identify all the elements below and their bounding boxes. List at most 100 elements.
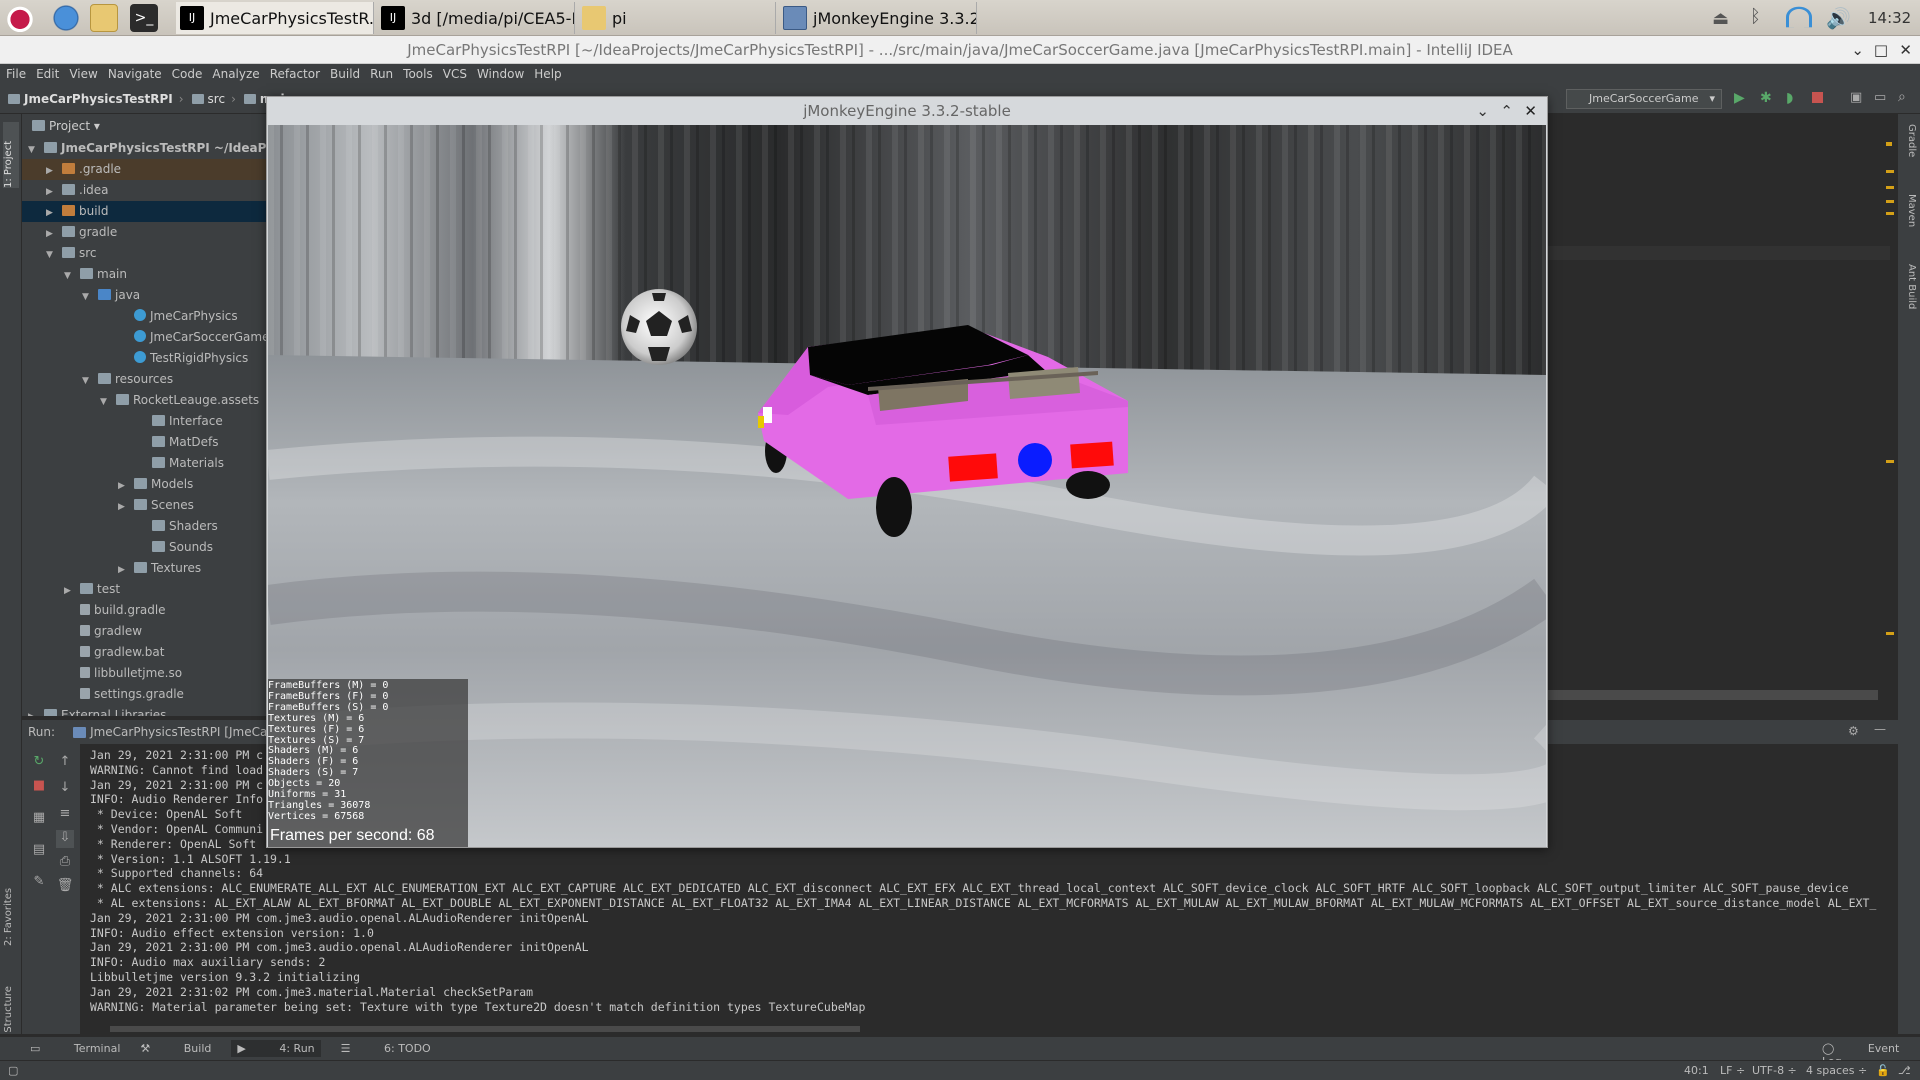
chevron-right-icon[interactable]: ▶	[46, 182, 56, 203]
jme-titlebar[interactable]: jMonkeyEngine 3.3.2-stable ⌄ ⌃ ✕	[267, 97, 1547, 125]
tree-item[interactable]: ▼ java	[22, 285, 266, 306]
tree-item[interactable]: ▼ src	[22, 243, 266, 264]
structure-tool-tab[interactable]: Z: Structure	[3, 950, 19, 1046]
breadcrumb-src[interactable]: src ›	[191, 92, 236, 106]
rerun-icon[interactable]: ↻	[30, 754, 48, 772]
maximize-icon[interactable]: □	[1874, 36, 1888, 64]
menu-view[interactable]: View	[69, 67, 97, 81]
wifi-icon[interactable]	[1786, 6, 1812, 28]
up-arrow-icon[interactable]: ↑	[56, 754, 74, 772]
raspberry-menu-icon[interactable]	[6, 4, 34, 32]
task-intellij-1[interactable]: IJ JmeCarPhysicsTestR...	[176, 2, 374, 34]
tree-item[interactable]: build.gradle	[22, 600, 266, 621]
tree-item[interactable]: ▶ Models	[22, 474, 266, 495]
chevron-right-icon[interactable]: ▶	[64, 581, 74, 602]
minimize-icon[interactable]: ⌄	[1476, 97, 1489, 125]
tab-terminal[interactable]: ▭ Terminal	[30, 1042, 120, 1055]
tree-item[interactable]: gradlew.bat	[22, 642, 266, 663]
horizontal-scrollbar[interactable]	[1548, 690, 1878, 700]
volume-icon[interactable]: 🔊	[1826, 6, 1852, 30]
bluetooth-icon[interactable]: ᛒ	[1750, 6, 1770, 28]
tree-item[interactable]: JmeCarSoccerGame	[22, 327, 266, 348]
tree-item[interactable]: ▶ External Libraries	[22, 705, 266, 716]
browser-icon[interactable]	[52, 4, 80, 32]
chevron-right-icon[interactable]: ▶	[46, 203, 56, 224]
tree-item[interactable]: Interface	[22, 411, 266, 432]
menu-tools[interactable]: Tools	[403, 67, 433, 81]
menu-run[interactable]: Run	[370, 67, 393, 81]
search-icon[interactable]: ⌕	[1898, 89, 1906, 105]
tree-item[interactable]: ▼ RocketLeauge.assets	[22, 390, 266, 411]
marker-warning[interactable]	[1886, 170, 1894, 173]
soft-wrap-icon[interactable]: ≡	[56, 806, 74, 824]
tree-item[interactable]: libbulletjme.so	[22, 663, 266, 684]
restore-layout-icon[interactable]: ▦	[30, 810, 48, 828]
chevron-right-icon[interactable]: ▶	[118, 497, 128, 518]
debug-icon[interactable]: ✱	[1760, 90, 1772, 106]
maximize-icon[interactable]: ⌃	[1500, 97, 1513, 125]
tree-item[interactable]: ▶ build	[22, 201, 266, 222]
tree-item[interactable]: ▼ JmeCarPhysicsTestRPI ~/IdeaProject	[22, 138, 266, 159]
project-structure-icon[interactable]: ▣	[1850, 90, 1862, 105]
minimize-icon[interactable]: ⌄	[1851, 36, 1864, 64]
stop-icon[interactable]	[1812, 92, 1823, 103]
tree-item[interactable]: Materials	[22, 453, 266, 474]
chevron-down-icon[interactable]: ▼	[64, 266, 74, 287]
indent-setting[interactable]: 4 spaces ÷	[1806, 1064, 1867, 1077]
caret-position[interactable]: 40:1	[1684, 1064, 1709, 1077]
trash-icon[interactable]: 🗑	[56, 878, 74, 896]
menu-refactor[interactable]: Refactor	[270, 67, 320, 81]
breadcrumb-project[interactable]: JmeCarPhysicsTestRPI ›	[8, 92, 184, 106]
chevron-down-icon[interactable]: ▼	[82, 371, 92, 392]
run-config-select[interactable]: JmeCarSoccerGame ▾	[1566, 89, 1722, 109]
terminal-icon[interactable]: >_	[130, 4, 158, 32]
file-encoding[interactable]: UTF-8 ÷	[1752, 1064, 1797, 1077]
close-icon[interactable]: ✕	[1524, 97, 1537, 125]
hide-panel-icon[interactable]: —	[1874, 722, 1886, 736]
favorites-tool-tab[interactable]: 2: Favorites	[3, 850, 19, 946]
tree-item[interactable]: ▼ main	[22, 264, 266, 285]
tree-item[interactable]: ▶ gradle	[22, 222, 266, 243]
git-icon[interactable]: ⎇	[1898, 1064, 1911, 1077]
project-tool-tab[interactable]: 1: Project	[3, 122, 19, 188]
chevron-right-icon[interactable]: ▶	[46, 161, 56, 182]
menu-build[interactable]: Build	[330, 67, 360, 81]
tree-item[interactable]: JmeCarPhysics	[22, 306, 266, 327]
layout-icon[interactable]: ▤	[30, 842, 48, 860]
tree-item[interactable]: ▶ Textures	[22, 558, 266, 579]
tree-item[interactable]: MatDefs	[22, 432, 266, 453]
line-separator[interactable]: LF ÷	[1720, 1064, 1745, 1077]
menu-analyze[interactable]: Analyze	[212, 67, 259, 81]
menu-edit[interactable]: Edit	[36, 67, 59, 81]
game-viewport[interactable]: FrameBuffers (M) = 0 FrameBuffers (F) = 0…	[268, 125, 1546, 847]
marker-warning[interactable]	[1886, 186, 1894, 189]
marker-warning[interactable]	[1886, 460, 1894, 463]
chevron-down-icon[interactable]: ▼	[28, 140, 38, 161]
menu-code[interactable]: Code	[172, 67, 203, 81]
maven-tool-tab[interactable]: Maven	[1901, 194, 1917, 250]
chevron-down-icon[interactable]: ▼	[82, 287, 92, 308]
tree-item[interactable]: TestRigidPhysics	[22, 348, 266, 369]
tree-item[interactable]: Shaders	[22, 516, 266, 537]
stop-icon[interactable]: ■	[30, 778, 48, 796]
down-arrow-icon[interactable]: ↓	[56, 780, 74, 798]
print-icon[interactable]: ⎙	[56, 854, 74, 872]
status-toggle-icon[interactable]: ▢	[8, 1064, 18, 1077]
close-icon[interactable]: ✕	[1899, 36, 1912, 64]
console-scrollbar[interactable]	[110, 1026, 860, 1032]
run-icon[interactable]: ▶	[1734, 90, 1745, 106]
menu-window[interactable]: Window	[477, 67, 524, 81]
chevron-down-icon[interactable]: ▼	[100, 392, 110, 413]
marker-warning[interactable]	[1886, 142, 1892, 146]
tree-item[interactable]: ▶ Scenes	[22, 495, 266, 516]
marker-warning[interactable]	[1886, 632, 1894, 635]
tree-item[interactable]: Sounds	[22, 537, 266, 558]
lock-icon[interactable]: 🔓	[1876, 1064, 1890, 1077]
gradle-tool-tab[interactable]: Gradle	[1901, 124, 1917, 180]
chevron-right-icon[interactable]: ▶	[118, 560, 128, 581]
tab-build[interactable]: ⚒ Build	[140, 1042, 211, 1055]
tree-item[interactable]: ▼ resources	[22, 369, 266, 390]
chevron-right-icon[interactable]: ▶	[28, 707, 38, 716]
menu-navigate[interactable]: Navigate	[108, 67, 162, 81]
tree-item[interactable]: ▶ test	[22, 579, 266, 600]
